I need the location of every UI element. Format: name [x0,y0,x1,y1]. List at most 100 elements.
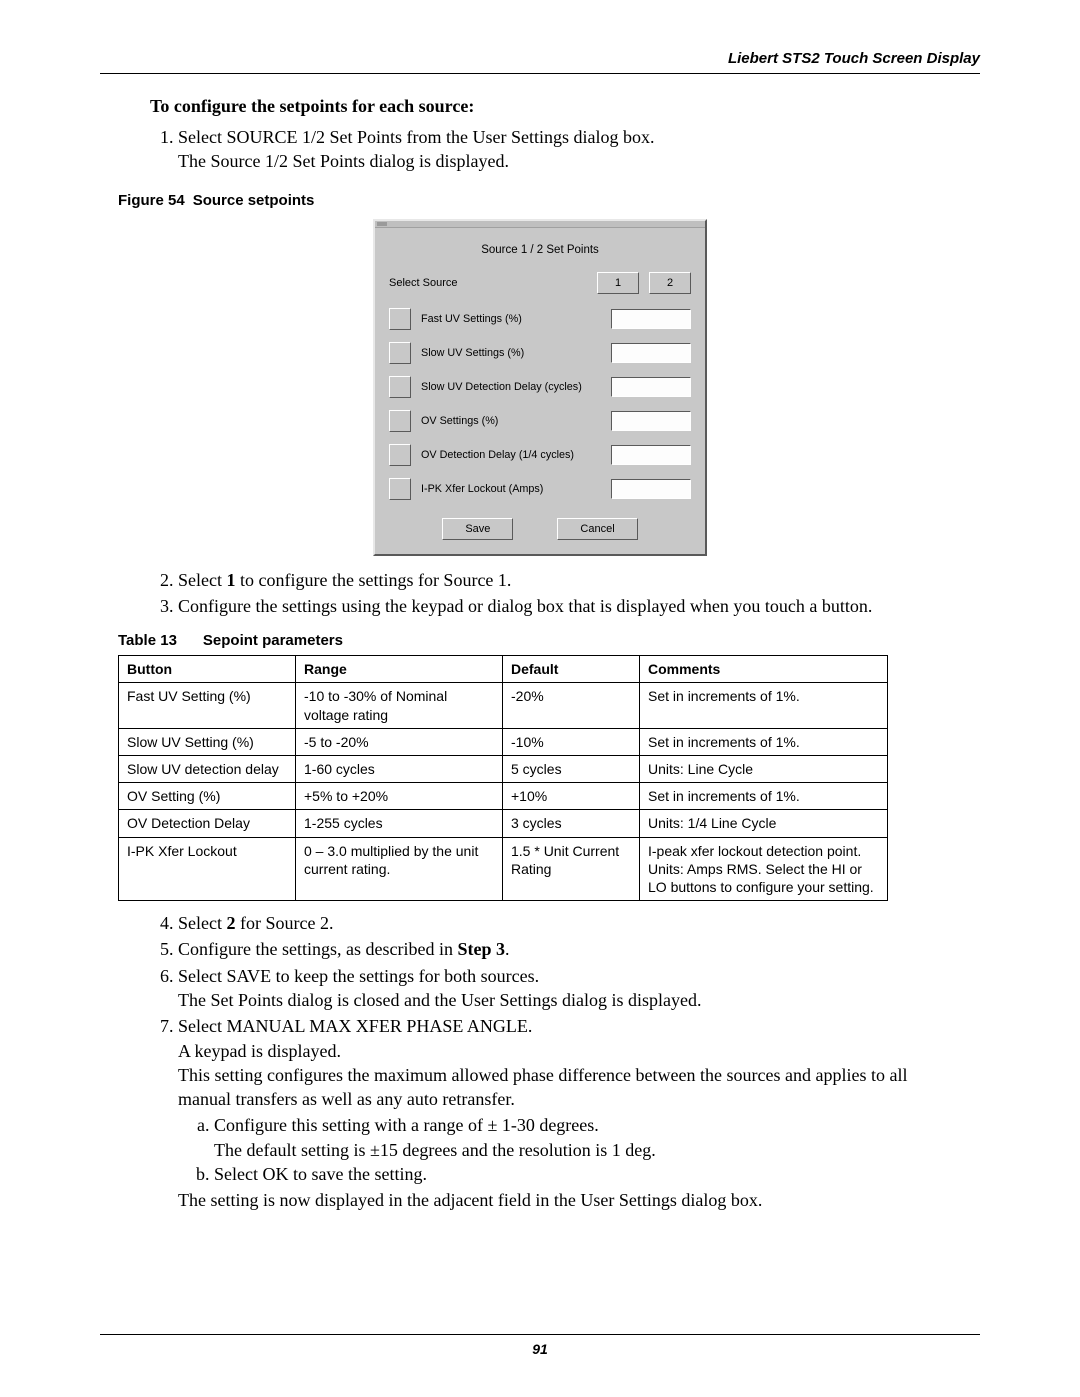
save-button[interactable]: Save [442,518,513,540]
cell: OV Setting (%) [119,783,296,810]
field-stub[interactable] [389,376,411,398]
cell: +5% to +20% [296,783,503,810]
th-button: Button [119,656,296,683]
cell: 5 cycles [503,755,640,782]
th-default: Default [503,656,640,683]
field-stub[interactable] [389,444,411,466]
step-7-sublist: Configure this setting with a range of ±… [196,1113,960,1186]
dialog-titlebar [375,221,705,228]
step-5-post: . [505,939,510,959]
cell: Slow UV detection delay [119,755,296,782]
setpoints-dialog: Source 1 / 2 Set Points Select Source 1 … [373,219,707,556]
steps-list-3: Select 2 for Source 2. Configure the set… [150,911,960,1213]
cell: Units: 1/4 Line Cycle [640,810,888,837]
table-row: Slow UV detection delay 1-60 cycles 5 cy… [119,755,888,782]
th-range: Range [296,656,503,683]
cell: Set in increments of 1%. [640,728,888,755]
step-7c: This setting configures the maximum allo… [178,1065,907,1109]
fast-uv-label: Fast UV Settings (%) [421,313,601,325]
cell: 1-255 cycles [296,810,503,837]
slow-uv-delay-label: Slow UV Detection Delay (cycles) [421,381,601,393]
header-rule [100,73,980,74]
table-row: I-PK Xfer Lockout 0 – 3.0 multiplied by … [119,837,888,901]
source-1-button[interactable]: 1 [597,272,639,294]
field-slow-uv-delay: Slow UV Detection Delay (cycles) [389,376,691,398]
source-2-button[interactable]: 2 [649,272,691,294]
field-stub[interactable] [389,478,411,500]
cell: Set in increments of 1%. [640,783,888,810]
steps-list-1: Select SOURCE 1/2 Set Points from the Us… [150,125,960,174]
cell: Units: Line Cycle [640,755,888,782]
cell: Slow UV Setting (%) [119,728,296,755]
ov-delay-input[interactable] [611,445,691,465]
ipk-input[interactable] [611,479,691,499]
select-source-row: Select Source 1 2 [389,272,691,294]
cell: Fast UV Setting (%) [119,683,296,728]
section-title: To configure the setpoints for each sour… [150,96,965,117]
cell: I-PK Xfer Lockout [119,837,296,901]
field-stub[interactable] [389,342,411,364]
select-source-label: Select Source [389,277,457,289]
cell: 3 cycles [503,810,640,837]
cancel-button[interactable]: Cancel [557,518,637,540]
step-1-line2: The Source 1/2 Set Points dialog is disp… [178,151,509,171]
step-4: Select 2 for Source 2. [178,911,960,935]
dialog-body: Source 1 / 2 Set Points Select Source 1 … [375,228,705,554]
figure-title: Source setpoints [193,192,315,209]
step-4-post: for Source 2. [235,913,333,933]
dialog-button-row: Save Cancel [389,518,691,540]
figure-caption: Figure 54 Source setpoints [118,192,980,209]
th-comments: Comments [640,656,888,683]
slow-uv-label: Slow UV Settings (%) [421,347,601,359]
table-row: OV Setting (%) +5% to +20% +10% Set in i… [119,783,888,810]
table-title: Sepoint parameters [203,632,343,649]
cell: -10% [503,728,640,755]
cell: 0 – 3.0 multiplied by the unit current r… [296,837,503,901]
ov-label: OV Settings (%) [421,415,601,427]
field-ov-delay: OV Detection Delay (1/4 cycles) [389,444,691,466]
step-4-pre: Select [178,913,226,933]
figure-number: Figure 54 [118,192,185,209]
step-7: Select MANUAL MAX XFER PHASE ANGLE. A ke… [178,1014,960,1212]
step-5-pre: Configure the settings, as described in [178,939,457,959]
step-3: Configure the settings using the keypad … [178,594,960,618]
ov-delay-label: OV Detection Delay (1/4 cycles) [421,449,601,461]
page-footer: 91 [100,1334,980,1359]
step-2-pre: Select [178,570,226,590]
step-7a-sub: Configure this setting with a range of ±… [214,1113,960,1162]
step-7b: A keypad is displayed. [178,1041,341,1061]
fast-uv-input[interactable] [611,309,691,329]
step-2-post: to configure the settings for Source 1. [235,570,511,590]
step-5: Configure the settings, as described in … [178,937,960,961]
field-stub[interactable] [389,308,411,330]
slow-uv-delay-input[interactable] [611,377,691,397]
step-6a: Select SAVE to keep the settings for bot… [178,966,539,986]
cell: Set in increments of 1%. [640,683,888,728]
cell: 1-60 cycles [296,755,503,782]
table-header-row: Button Range Default Comments [119,656,888,683]
steps-list-2: Select 1 to configure the settings for S… [150,568,960,619]
page-header: Liebert STS2 Touch Screen Display [100,50,980,67]
cell: -5 to -20% [296,728,503,755]
step-5-bold: Step 3 [457,939,505,959]
field-stub[interactable] [389,410,411,432]
cell: -10 to -30% of Nominal voltage rating [296,683,503,728]
step-1-line1: Select SOURCE 1/2 Set Points from the Us… [178,127,654,147]
page-number: 91 [532,1341,548,1357]
dialog-title: Source 1 / 2 Set Points [389,244,691,256]
cell: I-peak xfer lockout detection point. Uni… [640,837,888,901]
cell: +10% [503,783,640,810]
slow-uv-input[interactable] [611,343,691,363]
table-row: Slow UV Setting (%) -5 to -20% -10% Set … [119,728,888,755]
ipk-label: I-PK Xfer Lockout (Amps) [421,483,601,495]
cell: -20% [503,683,640,728]
step-7a-sub-2: The default setting is ±15 degrees and t… [214,1140,656,1160]
step-7a: Select MANUAL MAX XFER PHASE ANGLE. [178,1016,532,1036]
step-1: Select SOURCE 1/2 Set Points from the Us… [178,125,960,174]
field-ov: OV Settings (%) [389,410,691,432]
step-7a-sub-1: Configure this setting with a range of ±… [214,1115,599,1135]
step-6: Select SAVE to keep the settings for bot… [178,964,960,1013]
ov-input[interactable] [611,411,691,431]
footer-rule [100,1334,980,1335]
table-row: OV Detection Delay 1-255 cycles 3 cycles… [119,810,888,837]
